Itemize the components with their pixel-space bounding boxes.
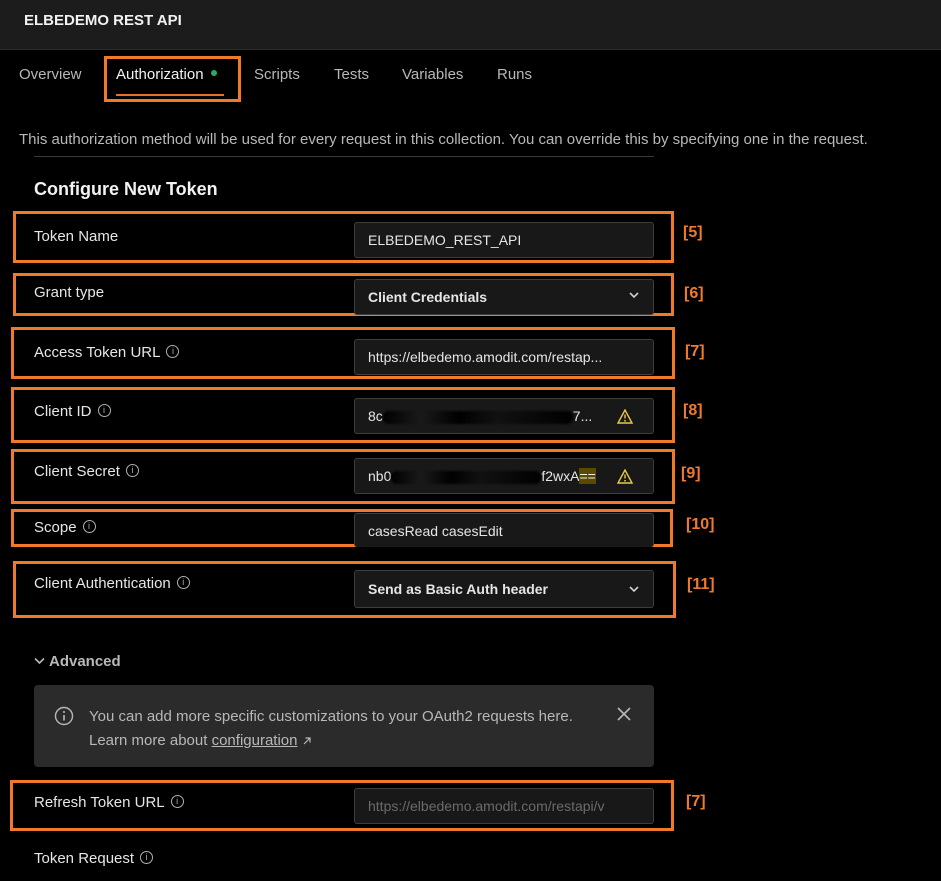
refresh-token-url-label: Refresh Token URL i: [34, 794, 184, 811]
tab-runs[interactable]: Runs: [497, 66, 532, 83]
section-title: Configure New Token: [34, 179, 218, 199]
token-request-label: Token Request i: [34, 850, 154, 867]
chevron-down-icon: [629, 292, 639, 299]
annotation-tag-7: [7]: [685, 343, 705, 360]
access-token-url-input[interactable]: https://elbedemo.amodit.com/restap...: [354, 339, 654, 375]
tab-tests[interactable]: Tests: [334, 66, 369, 83]
annotation-tag-10: [10]: [686, 516, 715, 533]
client-id-input[interactable]: 8c 7...: [354, 398, 654, 434]
token-request-label-text: Token Request: [34, 850, 135, 867]
access-token-url-label-text: Access Token URL: [34, 344, 161, 361]
redaction-mark: [382, 410, 573, 424]
scope-label: Scope i: [34, 519, 96, 536]
client-auth-value: Send as Basic Auth header: [368, 581, 548, 597]
notice-body: You can add more specific customizations…: [89, 708, 573, 749]
info-icon[interactable]: i: [82, 519, 96, 533]
annotation-tag-11: [11]: [687, 576, 715, 593]
auth-description: This authorization method will be used f…: [19, 131, 868, 148]
client-secret-label-text: Client Secret: [34, 463, 120, 480]
grant-type-select[interactable]: Client Credentials: [354, 279, 654, 315]
warning-icon: [617, 409, 633, 424]
info-icon[interactable]: i: [166, 344, 180, 358]
tab-overview[interactable]: Overview: [19, 66, 82, 83]
client-id-label: Client ID i: [34, 403, 111, 420]
client-secret-label: Client Secret i: [34, 463, 139, 480]
close-icon[interactable]: [616, 706, 632, 722]
configuration-link[interactable]: configuration: [212, 732, 298, 749]
scope-input[interactable]: casesRead casesEdit: [354, 513, 654, 547]
chevron-down-icon: [629, 586, 639, 593]
annotation-tag-7b: [7]: [686, 793, 706, 810]
refresh-token-url-input[interactable]: https://elbedemo.amodit.com/restapi/v: [354, 788, 654, 824]
info-icon[interactable]: i: [170, 794, 184, 808]
token-name-input[interactable]: ELBEDEMO_REST_API: [354, 222, 654, 258]
divider: [34, 156, 654, 157]
info-icon[interactable]: i: [97, 403, 111, 417]
annotation-tag-6: [6]: [684, 285, 704, 302]
client-auth-label-text: Client Authentication: [34, 575, 171, 592]
refresh-token-url-placeholder: https://elbedemo.amodit.com/restapi/v: [368, 798, 605, 814]
redaction-mark: [391, 470, 542, 484]
info-circle-icon: [54, 706, 74, 726]
annotation-tag-8: [8]: [683, 402, 703, 419]
advanced-toggle[interactable]: Advanced: [34, 653, 121, 670]
info-icon[interactable]: i: [125, 463, 139, 477]
client-id-value-start: 8c: [368, 408, 383, 424]
collection-title: ELBEDEMO REST API: [24, 12, 182, 29]
tab-variables[interactable]: Variables: [402, 66, 463, 83]
access-token-url-label: Access Token URL i: [34, 344, 180, 361]
warning-icon: [617, 469, 633, 484]
client-id-label-text: Client ID: [34, 403, 92, 420]
client-id-value-end: 7...: [572, 408, 593, 424]
client-secret-value-highlight: ==: [579, 468, 596, 484]
client-auth-select[interactable]: Send as Basic Auth header: [354, 570, 654, 608]
client-auth-label: Client Authentication i: [34, 575, 190, 592]
info-notice: You can add more specific customizations…: [34, 685, 654, 767]
annotation-tag-9: [9]: [681, 465, 701, 482]
info-icon[interactable]: i: [176, 575, 190, 589]
notice-text: You can add more specific customizations…: [89, 705, 589, 753]
refresh-token-url-label-text: Refresh Token URL: [34, 794, 165, 811]
info-icon[interactable]: i: [140, 850, 154, 864]
advanced-label: Advanced: [49, 653, 121, 670]
external-link-icon: [303, 737, 311, 745]
grant-type-label: Grant type: [34, 284, 105, 301]
grant-type-value: Client Credentials: [368, 289, 488, 305]
chevron-down-icon: [34, 657, 45, 665]
top-bar: ELBEDEMO REST API: [0, 0, 941, 50]
tab-scripts[interactable]: Scripts: [254, 66, 300, 83]
client-secret-value-end: f2wxA: [541, 468, 580, 484]
annotation-tag-5: [5]: [683, 224, 703, 241]
client-secret-input[interactable]: nb0 f2wxA==: [354, 458, 654, 494]
client-secret-value-start: nb0: [368, 468, 392, 484]
token-name-label: Token Name: [34, 228, 119, 245]
highlight-box-authorization: [104, 56, 241, 102]
scope-label-text: Scope: [34, 519, 77, 536]
